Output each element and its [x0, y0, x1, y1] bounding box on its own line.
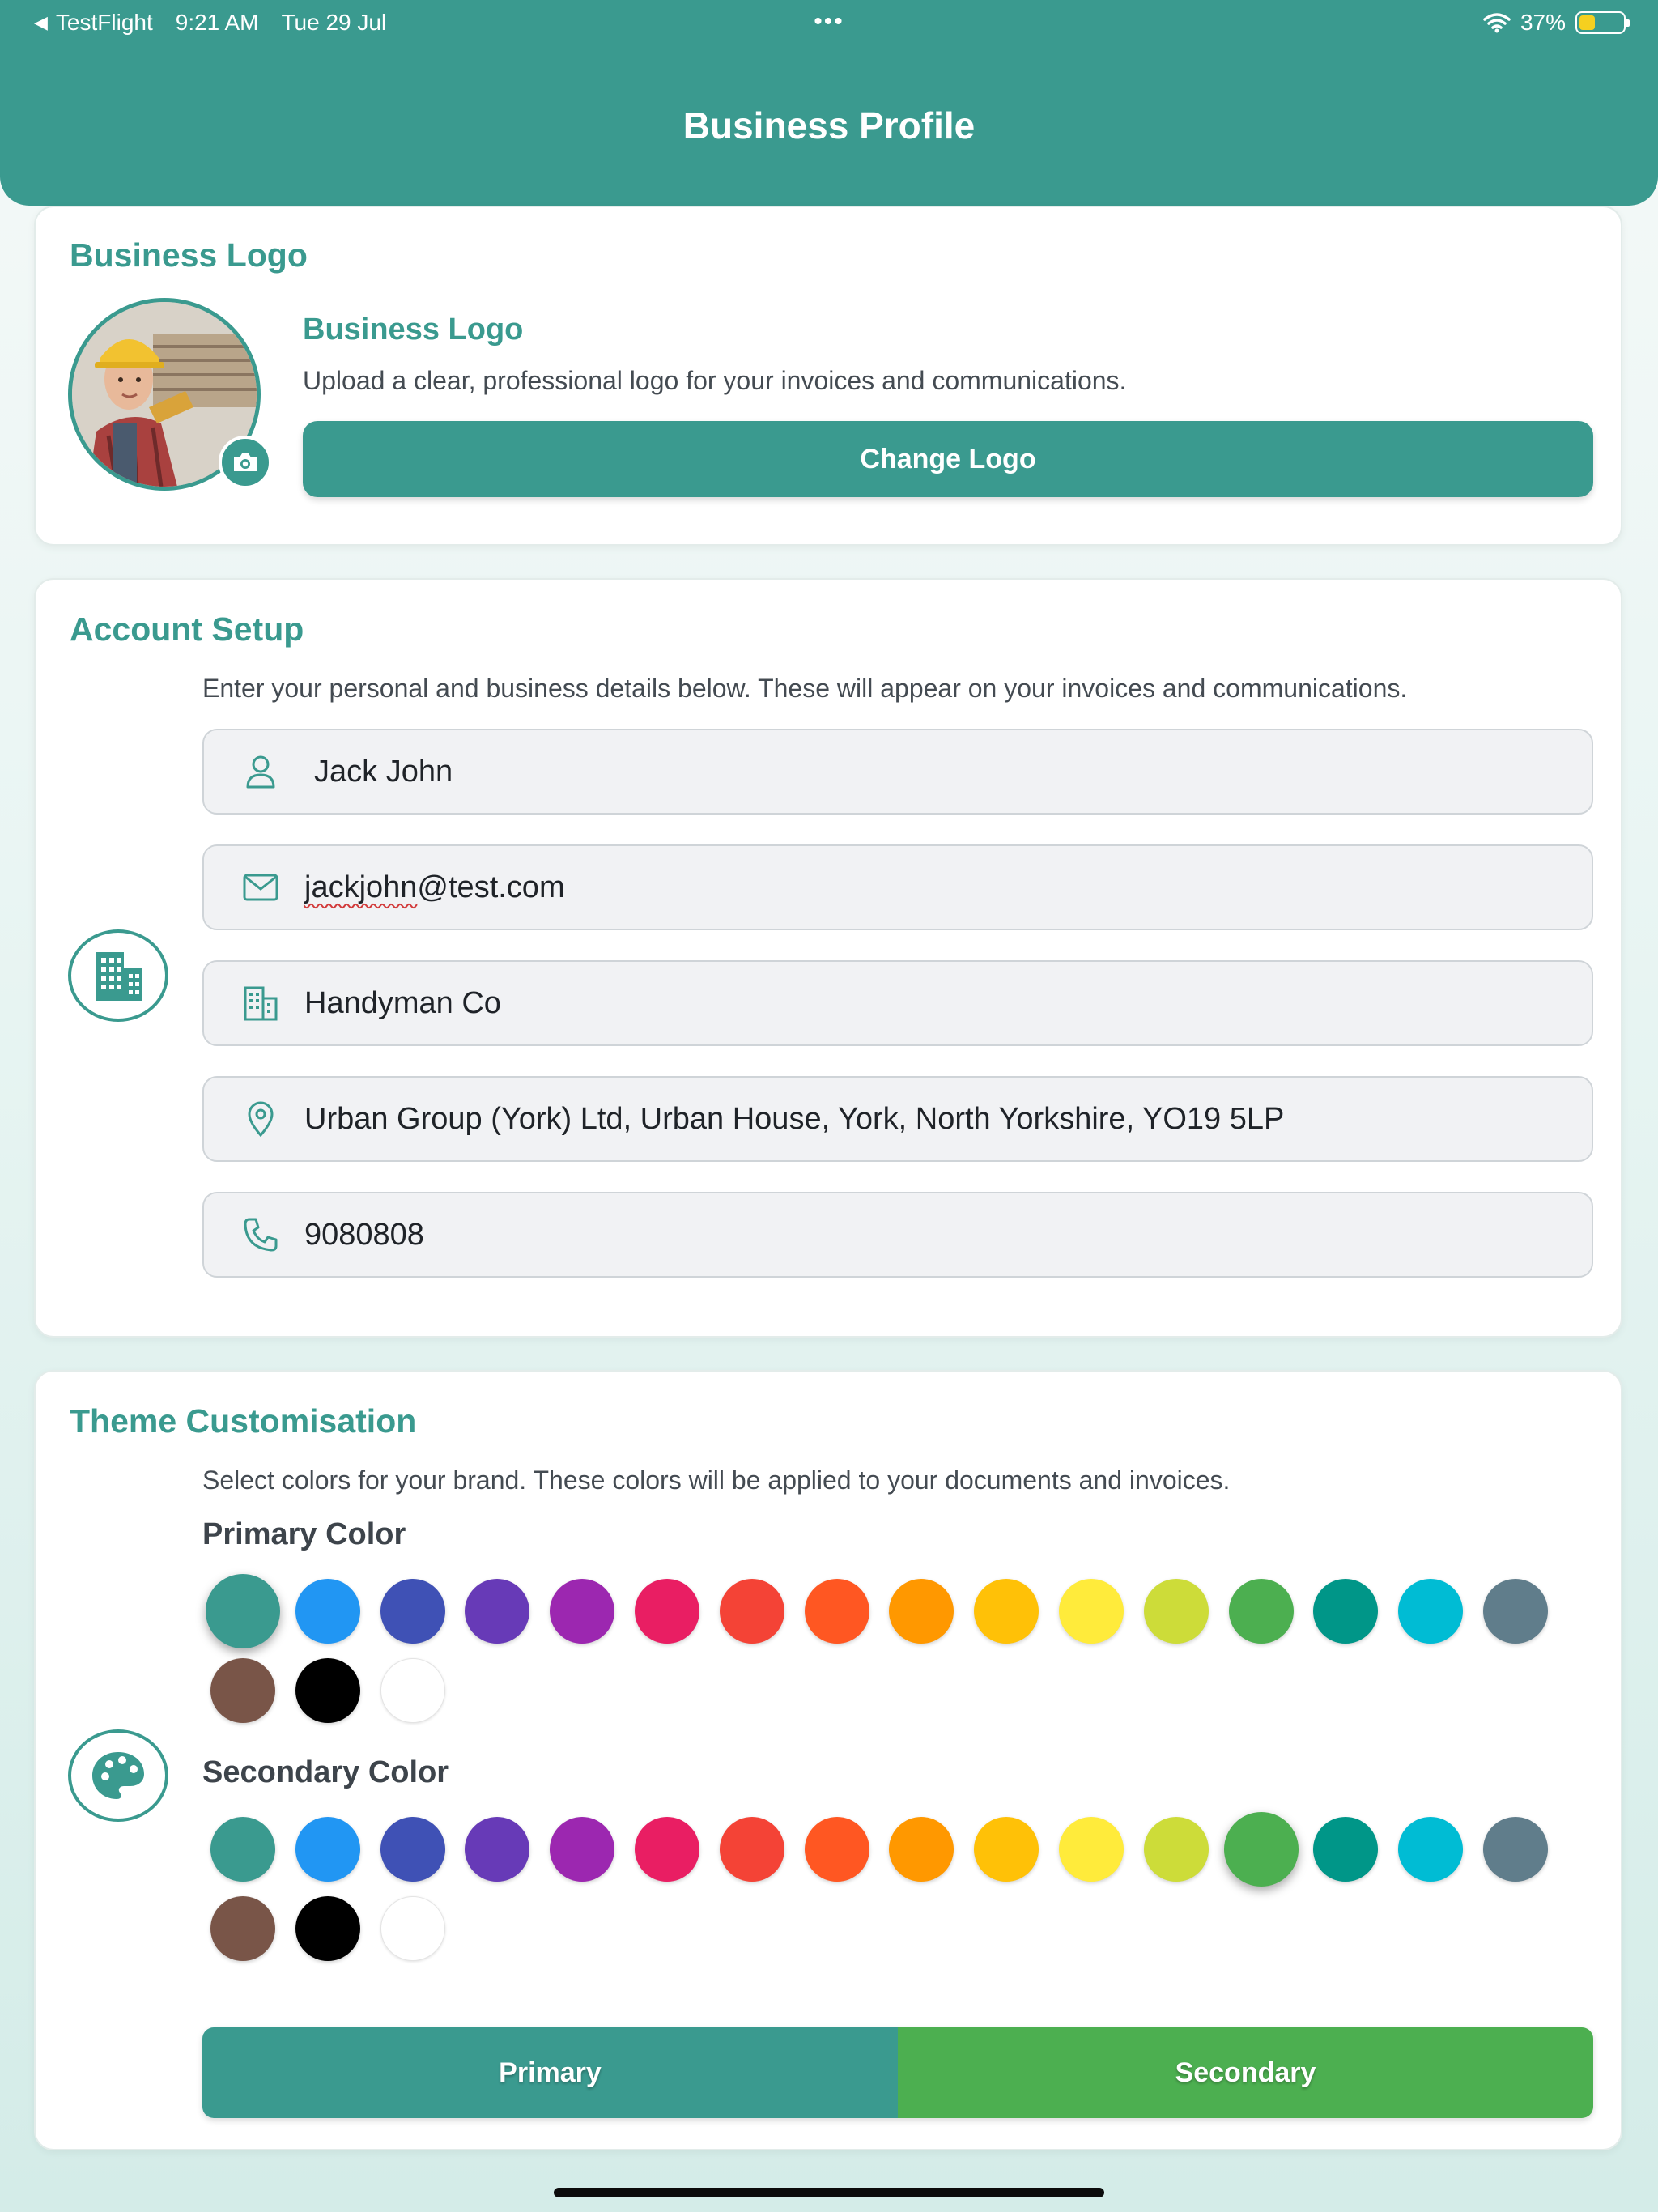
secondary-color-swatch[interactable] — [295, 1896, 360, 1961]
secondary-color-swatch[interactable] — [635, 1817, 699, 1882]
building-icon — [68, 929, 168, 1022]
primary-color-label: Primary Color — [202, 1517, 406, 1551]
secondary-color-swatch[interactable] — [1143, 1817, 1209, 1882]
office-building-icon — [236, 985, 285, 1021]
color-preview-bar: Primary Secondary — [202, 2027, 1593, 2118]
secondary-color-swatch[interactable] — [380, 1896, 445, 1961]
palette-icon — [68, 1729, 168, 1822]
mail-icon — [236, 874, 285, 901]
status-time: 9:21 AM — [175, 10, 259, 35]
secondary-color-swatch[interactable] — [380, 1817, 445, 1882]
person-icon — [236, 754, 285, 789]
primary-color-swatch[interactable] — [380, 1579, 445, 1644]
primary-preview: Primary — [202, 2027, 898, 2118]
primary-color-swatch[interactable] — [210, 1658, 275, 1723]
address-field[interactable]: Urban Group (York) Ltd, Urban House, Yor… — [202, 1076, 1593, 1162]
home-indicator[interactable] — [554, 2188, 1104, 2197]
name-field[interactable]: Jack John — [202, 729, 1593, 815]
secondary-color-swatch[interactable] — [210, 1817, 275, 1882]
business-logo-title: Business Logo — [70, 236, 308, 274]
status-bar: ◀ TestFlight 9:21 AM Tue 29 Jul ••• 37% — [0, 6, 1658, 39]
address-value: Urban Group (York) Ltd, Urban House, Yor… — [304, 1101, 1285, 1136]
email-user-part: jackjohn — [304, 870, 418, 904]
primary-color-swatch[interactable] — [889, 1579, 954, 1644]
secondary-color-swatch[interactable] — [719, 1817, 784, 1882]
secondary-color-swatch[interactable] — [1483, 1817, 1548, 1882]
primary-color-swatch[interactable] — [295, 1658, 360, 1723]
secondary-color-swatch[interactable] — [465, 1817, 530, 1882]
secondary-color-swatch[interactable] — [550, 1817, 615, 1882]
logo-subtitle: Business Logo — [303, 313, 524, 347]
account-setup-title: Account Setup — [70, 610, 304, 648]
business-name-value: Handyman Co — [304, 985, 501, 1020]
change-logo-button[interactable]: Change Logo — [303, 421, 1593, 497]
back-app-label[interactable]: TestFlight — [56, 10, 153, 36]
phone-icon — [236, 1217, 285, 1253]
primary-color-swatch[interactable] — [1059, 1579, 1124, 1644]
account-setup-card: Account Setup Enter your personal and bu… — [34, 578, 1622, 1338]
secondary-color-swatch[interactable] — [1313, 1817, 1379, 1882]
primary-color-swatch[interactable] — [1483, 1579, 1548, 1644]
multitasking-dots-icon[interactable]: ••• — [814, 8, 844, 36]
account-setup-description: Enter your personal and business details… — [202, 674, 1408, 703]
battery-icon — [1575, 11, 1630, 34]
primary-color-swatch[interactable] — [550, 1579, 615, 1644]
secondary-color-swatch[interactable] — [804, 1817, 869, 1882]
app-header: ◀ TestFlight 9:21 AM Tue 29 Jul ••• 37% … — [0, 0, 1658, 206]
primary-color-swatch[interactable] — [804, 1579, 869, 1644]
phone-field[interactable]: 9080808 — [202, 1192, 1593, 1278]
page-title: Business Profile — [682, 104, 976, 147]
primary-color-swatch[interactable] — [719, 1579, 784, 1644]
secondary-color-swatch[interactable] — [1398, 1817, 1464, 1882]
name-value: Jack John — [314, 754, 453, 789]
email-value: jackjohn@test.com — [304, 870, 565, 905]
location-pin-icon — [236, 1101, 285, 1137]
secondary-color-swatch[interactable] — [974, 1817, 1039, 1882]
secondary-color-swatch[interactable] — [1223, 1812, 1299, 1887]
primary-color-swatch[interactable] — [1313, 1579, 1379, 1644]
logo-description: Upload a clear, professional logo for yo… — [303, 366, 1127, 395]
primary-color-swatch[interactable] — [465, 1579, 530, 1644]
wifi-icon — [1483, 13, 1511, 33]
secondary-color-swatch[interactable] — [210, 1896, 275, 1961]
primary-color-swatch[interactable] — [295, 1579, 360, 1644]
theme-description: Select colors for your brand. These colo… — [202, 1465, 1231, 1495]
secondary-color-label: Secondary Color — [202, 1755, 449, 1789]
secondary-color-swatch[interactable] — [295, 1817, 360, 1882]
theme-card: Theme Customisation Select colors for yo… — [34, 1370, 1622, 2150]
email-domain-part: @test.com — [417, 870, 565, 904]
primary-color-swatch[interactable] — [1398, 1579, 1464, 1644]
primary-color-swatch[interactable] — [1228, 1579, 1294, 1644]
theme-title: Theme Customisation — [70, 1402, 417, 1440]
camera-icon[interactable] — [219, 436, 272, 489]
business-logo-card: Business Logo Business Logo Upload a cle… — [34, 206, 1622, 546]
primary-color-swatch[interactable] — [974, 1579, 1039, 1644]
status-date: Tue 29 Jul — [281, 10, 387, 35]
primary-color-swatch[interactable] — [635, 1579, 699, 1644]
business-name-field[interactable]: Handyman Co — [202, 960, 1593, 1046]
primary-color-swatch[interactable] — [380, 1658, 445, 1723]
secondary-preview: Secondary — [898, 2027, 1593, 2118]
battery-percent: 37% — [1520, 10, 1566, 35]
primary-color-swatch[interactable] — [1143, 1579, 1209, 1644]
email-field[interactable]: jackjohn@test.com — [202, 844, 1593, 930]
back-arrow-icon[interactable]: ◀ — [34, 12, 48, 33]
phone-value: 9080808 — [304, 1217, 424, 1252]
primary-color-swatch[interactable] — [206, 1574, 280, 1648]
secondary-color-swatch[interactable] — [1059, 1817, 1124, 1882]
secondary-color-swatch[interactable] — [889, 1817, 954, 1882]
